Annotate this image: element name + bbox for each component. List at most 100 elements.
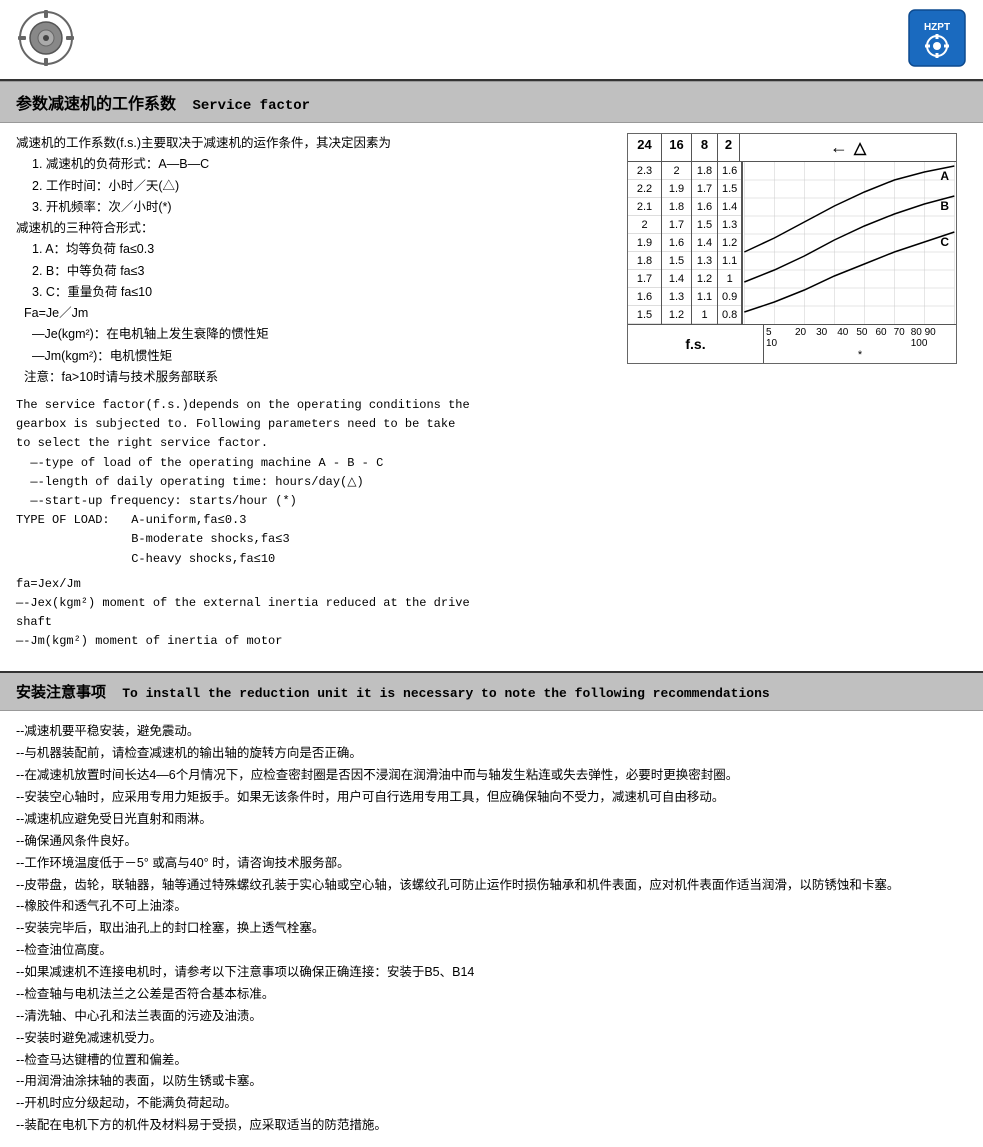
cn-line-1: 减速机的工作系数(f.s.)主要取决于减速机的运作条件，其决定因素为 bbox=[16, 133, 611, 154]
en-line-8: B-moderate shocks,fa≤3 bbox=[16, 530, 611, 549]
r6c1: 1.4 bbox=[662, 270, 691, 288]
chart-graph-area: C B A bbox=[742, 162, 956, 324]
chart-num-col-2: 1.6 1.5 1.4 1.3 1.2 1.1 1 0.9 0.8 bbox=[718, 162, 742, 324]
r6c0: 1.7 bbox=[628, 270, 661, 288]
install-note-2: --与机器装配前，请检查减速机的输出轴的旋转方向是否正确。 bbox=[16, 743, 967, 765]
chart-body: 2.3 2.2 2.1 2 1.9 1.8 1.7 1.6 1.5 2 bbox=[628, 162, 956, 324]
r7c1: 1.3 bbox=[662, 288, 691, 306]
cn-line-6: 1. A：均等负荷 fa≤0.3 bbox=[32, 239, 611, 260]
chart-footer: f.s. 5 10 20 30 40 50 60 70 80 90 100 bbox=[628, 324, 956, 363]
chart-col-2: 2 bbox=[718, 134, 740, 161]
chart-number-columns: 2.3 2.2 2.1 2 1.9 1.8 1.7 1.6 1.5 2 bbox=[628, 162, 742, 324]
en-line-3: to select the right service factor. bbox=[16, 434, 611, 453]
scale-20: 20 bbox=[795, 327, 806, 349]
r4c1: 1.6 bbox=[662, 234, 691, 252]
r1c0: 2.2 bbox=[628, 180, 661, 198]
r4c0: 1.9 bbox=[628, 234, 661, 252]
r5c1: 1.5 bbox=[662, 252, 691, 270]
chart-header-row: 24 16 8 2 ← △ bbox=[628, 134, 956, 162]
en-line-13: —-Jm(kgm²) moment of inertia of motor bbox=[16, 632, 611, 651]
chart-num-col-24: 2.3 2.2 2.1 2 1.9 1.8 1.7 1.6 1.5 bbox=[628, 162, 662, 324]
footer-star: * bbox=[858, 349, 862, 361]
section1-header: 参数减速机的工作系数 Service factor bbox=[0, 81, 983, 123]
r7c2: 1.1 bbox=[692, 288, 717, 306]
cn-line-4: 3. 开机频率：次／小时(*) bbox=[32, 197, 611, 218]
r8c1: 1.2 bbox=[662, 306, 691, 324]
install-note-17: --用润滑油涂抹轴的表面，以防生锈或卡塞。 bbox=[16, 1071, 967, 1093]
cn-line-10: —Je(kgm²)：在电机轴上发生衰降的惯性矩 bbox=[32, 324, 611, 345]
en-line-12: shaft bbox=[16, 613, 611, 632]
chart-num-col-8: 1.8 1.7 1.6 1.5 1.4 1.3 1.2 1.1 1 bbox=[692, 162, 718, 324]
scale-70: 70 bbox=[894, 327, 905, 349]
left-column: 减速机的工作系数(f.s.)主要取决于减速机的运作条件，其决定因素为 1. 减速… bbox=[16, 133, 611, 651]
r5c3: 1.1 bbox=[718, 252, 741, 270]
chart-container: 24 16 8 2 ← △ 2.3 2. bbox=[627, 133, 957, 364]
right-column: 24 16 8 2 ← △ 2.3 2. bbox=[627, 133, 967, 651]
install-note-5: --减速机应避免受日光直射和雨淋。 bbox=[16, 809, 967, 831]
r4c2: 1.4 bbox=[692, 234, 717, 252]
chart-col-16: 16 bbox=[662, 134, 692, 161]
r8c3: 0.8 bbox=[718, 306, 741, 324]
install-note-18: --开机时应分级起动，不能满负荷起动。 bbox=[16, 1093, 967, 1115]
chart-footer-scale-area: 5 10 20 30 40 50 60 70 80 90 100 * bbox=[764, 325, 956, 363]
cn-line-7: 2. B：中等负荷 fa≤3 bbox=[32, 261, 611, 282]
r0c1: 2 bbox=[662, 162, 691, 180]
curve-b bbox=[745, 196, 955, 282]
r2c1: 1.8 bbox=[662, 198, 691, 216]
chart-footer-fs: f.s. bbox=[628, 325, 764, 363]
curve-a bbox=[745, 232, 955, 312]
en-line-10: fa=Jex/Jm bbox=[16, 575, 611, 594]
install-note-1: --减速机要平稳安装，避免震动。 bbox=[16, 721, 967, 743]
install-note-10: --安装完毕后，取出油孔上的封口栓塞，换上透气栓塞。 bbox=[16, 918, 967, 940]
en-line-7: TYPE OF LOAD: A-uniform,fa≤0.3 bbox=[16, 511, 611, 530]
r7c0: 1.6 bbox=[628, 288, 661, 306]
cn-line-11: —Jm(kgm²)：电机惯性矩 bbox=[32, 346, 611, 367]
two-col-layout: 减速机的工作系数(f.s.)主要取决于减速机的运作条件，其决定因素为 1. 减速… bbox=[16, 133, 967, 651]
install-note-14: --清洗轴、中心孔和法兰表面的污迹及油渍。 bbox=[16, 1006, 967, 1028]
chart-col-8: 8 bbox=[692, 134, 718, 161]
r0c0: 2.3 bbox=[628, 162, 661, 180]
r5c0: 1.8 bbox=[628, 252, 661, 270]
install-note-12: --如果减速机不连接电机时，请参考以下注意事项以确保正确连接：安装于B5、B14 bbox=[16, 962, 967, 984]
scale-60: 60 bbox=[875, 327, 886, 349]
scale-40: 40 bbox=[837, 327, 848, 349]
logo-right: HZPT bbox=[907, 8, 967, 71]
cn-line-8: 3. C：重量负荷 fa≤10 bbox=[32, 282, 611, 303]
label-b: B bbox=[941, 199, 950, 213]
install-note-7: --工作环境温度低于－5° 或高与40° 时，请咨询技术服务部。 bbox=[16, 853, 967, 875]
label-c: C bbox=[941, 235, 950, 249]
r6c3: 1 bbox=[718, 270, 741, 288]
section2-content: --减速机要平稳安装，避免震动。 --与机器装配前，请检查减速机的输出轴的旋转方… bbox=[0, 711, 983, 1147]
install-note-11: --检查油位高度。 bbox=[16, 940, 967, 962]
r2c2: 1.6 bbox=[692, 198, 717, 216]
install-note-19: --装配在电机下方的机件及材料易于受损，应采取适当的防范措施。 bbox=[16, 1115, 967, 1137]
en-line-2: gearbox is subjected to. Following param… bbox=[16, 415, 611, 434]
r3c3: 1.3 bbox=[718, 216, 741, 234]
chart-num-col-16: 2 1.9 1.8 1.7 1.6 1.5 1.4 1.3 1.2 bbox=[662, 162, 692, 324]
en-intro: The service factor(f.s.)depends on the o… bbox=[16, 396, 611, 651]
install-note-3: --在减速机放置时间长达4—6个月情况下，应检查密封圈是否因不浸润在润滑油中而与… bbox=[16, 765, 967, 787]
cn-intro: 减速机的工作系数(f.s.)主要取决于减速机的运作条件，其决定因素为 1. 减速… bbox=[16, 133, 611, 388]
r1c2: 1.7 bbox=[692, 180, 717, 198]
r2c3: 1.4 bbox=[718, 198, 741, 216]
install-note-6: --确保通风条件良好。 bbox=[16, 831, 967, 853]
r8c0: 1.5 bbox=[628, 306, 661, 324]
fs-label: f.s. bbox=[685, 336, 705, 352]
cn-line-12: 注意：fa>10时请与技术服务部联系 bbox=[24, 367, 611, 388]
chart-arrow-area: ← △ bbox=[740, 134, 956, 161]
scale-numbers: 5 10 20 30 40 50 60 70 80 90 100 bbox=[766, 327, 954, 349]
install-note-15: --安装时避免减速机受力。 bbox=[16, 1028, 967, 1050]
r1c3: 1.5 bbox=[718, 180, 741, 198]
cn-line-5: 减速机的三种符合形式： bbox=[16, 218, 611, 239]
install-note-8: --皮带盘，齿轮，联轴器，轴等通过特殊螺纹孔装于实心轴或空心轴，该螺纹孔可防止运… bbox=[16, 875, 967, 897]
section1-content: 减速机的工作系数(f.s.)主要取决于减速机的运作条件，其决定因素为 1. 减速… bbox=[0, 123, 983, 661]
en-line-9: C-heavy shocks,fa≤10 bbox=[16, 550, 611, 569]
r3c2: 1.5 bbox=[692, 216, 717, 234]
r0c2: 1.8 bbox=[692, 162, 717, 180]
scale-50: 50 bbox=[856, 327, 867, 349]
section2-title-cn: 安装注意事项 bbox=[16, 684, 106, 701]
en-line-11: —-Jex(kgm²) moment of the external inert… bbox=[16, 594, 611, 613]
r1c1: 1.9 bbox=[662, 180, 691, 198]
r8c2: 1 bbox=[692, 306, 717, 324]
left-arrow: ← bbox=[830, 137, 848, 158]
